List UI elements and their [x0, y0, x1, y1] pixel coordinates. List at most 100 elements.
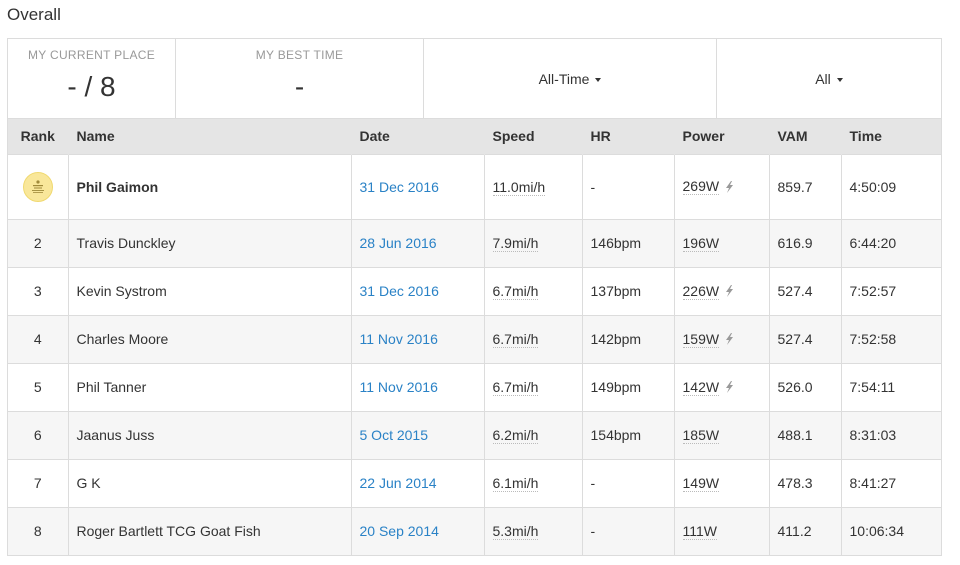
table-row[interactable]: 3 Kevin Systrom 31 Dec 2016 6.7mi/h 137b… [8, 266, 941, 315]
caret-down-icon [836, 77, 843, 82]
athlete-name[interactable]: Kevin Systrom [68, 266, 352, 315]
time-filter-label: All-Time [538, 70, 590, 87]
athlete-name[interactable]: Phil Tanner [68, 362, 352, 411]
speed-value: 7.9mi/h [492, 235, 539, 252]
power-cell: 111W [674, 506, 770, 555]
activity-date-link[interactable]: 31 Dec 2016 [360, 179, 439, 195]
activity-date-link[interactable]: 31 Dec 2016 [360, 283, 439, 299]
stats-bar: MY CURRENT PLACE - / 8 MY BEST TIME - Al… [8, 39, 941, 119]
rank-cell: 7 [8, 458, 69, 507]
speed-value: 6.7mi/h [492, 379, 539, 396]
speed-cell: 6.7mi/h [484, 314, 583, 363]
power-cell: 159W [674, 314, 770, 363]
table-row[interactable]: 6 Jaanus Juss 5 Oct 2015 6.2mi/h 154bpm … [8, 410, 941, 459]
current-place-label: MY CURRENT PLACE [27, 48, 156, 62]
power-value: 149W [682, 474, 720, 492]
col-rank: Rank [8, 119, 69, 154]
hr-cell: 154bpm [582, 410, 675, 459]
rank-cell: 8 [8, 506, 69, 555]
power-cell: 149W [674, 458, 770, 507]
vam-cell: 478.3 [769, 458, 842, 507]
power-cell: 185W [674, 410, 770, 459]
date-cell: 5 Oct 2015 [351, 410, 485, 459]
vam-cell: 527.4 [769, 266, 842, 315]
date-cell: 11 Nov 2016 [351, 314, 485, 363]
speed-cell: 6.2mi/h [484, 410, 583, 459]
athlete-name[interactable]: Travis Dunckley [68, 218, 352, 267]
power-cell: 226W [674, 266, 770, 315]
section-title: Overall [7, 5, 61, 24]
col-vam: VAM [769, 119, 842, 154]
hr-cell: - [582, 458, 675, 507]
athlete-name[interactable]: Roger Bartlett TCG Goat Fish [68, 506, 352, 555]
speed-value: 6.2mi/h [492, 427, 539, 444]
best-time-label: MY BEST TIME [255, 48, 344, 62]
col-hr: HR [582, 119, 675, 154]
vam-cell: 526.0 [769, 362, 842, 411]
time-cell: 10:06:34 [841, 506, 941, 555]
best-time-stat: MY BEST TIME - [176, 39, 424, 118]
col-name: Name [68, 119, 352, 154]
rank-cell [8, 153, 69, 219]
athlete-name[interactable]: Charles Moore [68, 314, 352, 363]
power-value: 111W [682, 522, 717, 540]
rank-cell: 5 [8, 362, 69, 411]
activity-date-link[interactable]: 11 Nov 2016 [360, 379, 438, 395]
table-row[interactable]: Phil Gaimon 31 Dec 2016 11.0mi/h - 269W … [8, 153, 941, 219]
table-row[interactable]: 8 Roger Bartlett TCG Goat Fish 20 Sep 20… [8, 506, 941, 555]
lightning-bolt-icon [726, 333, 734, 345]
speed-cell: 11.0mi/h [484, 153, 583, 219]
table-row[interactable]: 5 Phil Tanner 11 Nov 2016 6.7mi/h 149bpm… [8, 362, 941, 411]
power-value: 185W [682, 426, 720, 444]
hr-cell: 137bpm [582, 266, 675, 315]
current-place-stat: MY CURRENT PLACE - / 8 [8, 39, 176, 118]
date-cell: 31 Dec 2016 [351, 153, 485, 219]
hr-cell: - [582, 506, 675, 555]
table-row[interactable]: 7 G K 22 Jun 2014 6.1mi/h - 149W 478.3 8… [8, 458, 941, 507]
power-value: 142W [682, 378, 720, 396]
rank-cell: 4 [8, 314, 69, 363]
group-filter-dropdown[interactable]: All [815, 71, 843, 87]
vam-cell: 411.2 [769, 506, 842, 555]
col-power: Power [674, 119, 770, 154]
activity-date-link[interactable]: 5 Oct 2015 [360, 427, 429, 443]
date-cell: 11 Nov 2016 [351, 362, 485, 411]
power-value: 226W [682, 282, 720, 300]
hr-cell: 146bpm [582, 218, 675, 267]
date-cell: 22 Jun 2014 [351, 458, 485, 507]
speed-cell: 6.7mi/h [484, 266, 583, 315]
speed-value: 5.3mi/h [492, 523, 539, 541]
speed-cell: 5.3mi/h [484, 506, 583, 555]
speed-value: 6.7mi/h [492, 331, 539, 348]
table-row[interactable]: 2 Travis Dunckley 28 Jun 2016 7.9mi/h 14… [8, 218, 941, 267]
time-cell: 4:50:09 [841, 153, 941, 219]
activity-date-link[interactable]: 28 Jun 2016 [360, 235, 437, 251]
table-row[interactable]: 4 Charles Moore 11 Nov 2016 6.7mi/h 142b… [8, 314, 941, 363]
activity-date-link[interactable]: 22 Jun 2014 [360, 475, 437, 491]
activity-date-link[interactable]: 20 Sep 2014 [360, 523, 439, 539]
kom-crown-icon [22, 171, 53, 202]
col-date: Date [351, 119, 485, 154]
time-filter-cell: All-Time [424, 39, 717, 118]
power-cell: 142W [674, 362, 770, 411]
vam-cell: 616.9 [769, 218, 842, 267]
lightning-bolt-icon [726, 285, 734, 297]
power-cell: 196W [674, 218, 770, 267]
activity-date-link[interactable]: 11 Nov 2016 [360, 331, 438, 347]
speed-value: 6.7mi/h [492, 283, 539, 300]
time-cell: 8:41:27 [841, 458, 941, 507]
time-cell: 6:44:20 [841, 218, 941, 267]
lightning-bolt-icon [726, 180, 734, 193]
current-place-value: - / 8 [67, 71, 116, 102]
vam-cell: 859.7 [769, 153, 842, 219]
rank-cell: 2 [8, 218, 69, 267]
athlete-name[interactable]: Jaanus Juss [68, 410, 352, 459]
speed-cell: 7.9mi/h [484, 218, 583, 267]
athlete-name[interactable]: G K [68, 458, 352, 507]
time-filter-dropdown[interactable]: All-Time [539, 71, 602, 87]
date-cell: 28 Jun 2016 [351, 218, 485, 267]
vam-cell: 488.1 [769, 410, 842, 459]
power-value: 159W [682, 330, 720, 348]
athlete-name[interactable]: Phil Gaimon [68, 153, 352, 219]
hr-cell: - [582, 153, 675, 219]
